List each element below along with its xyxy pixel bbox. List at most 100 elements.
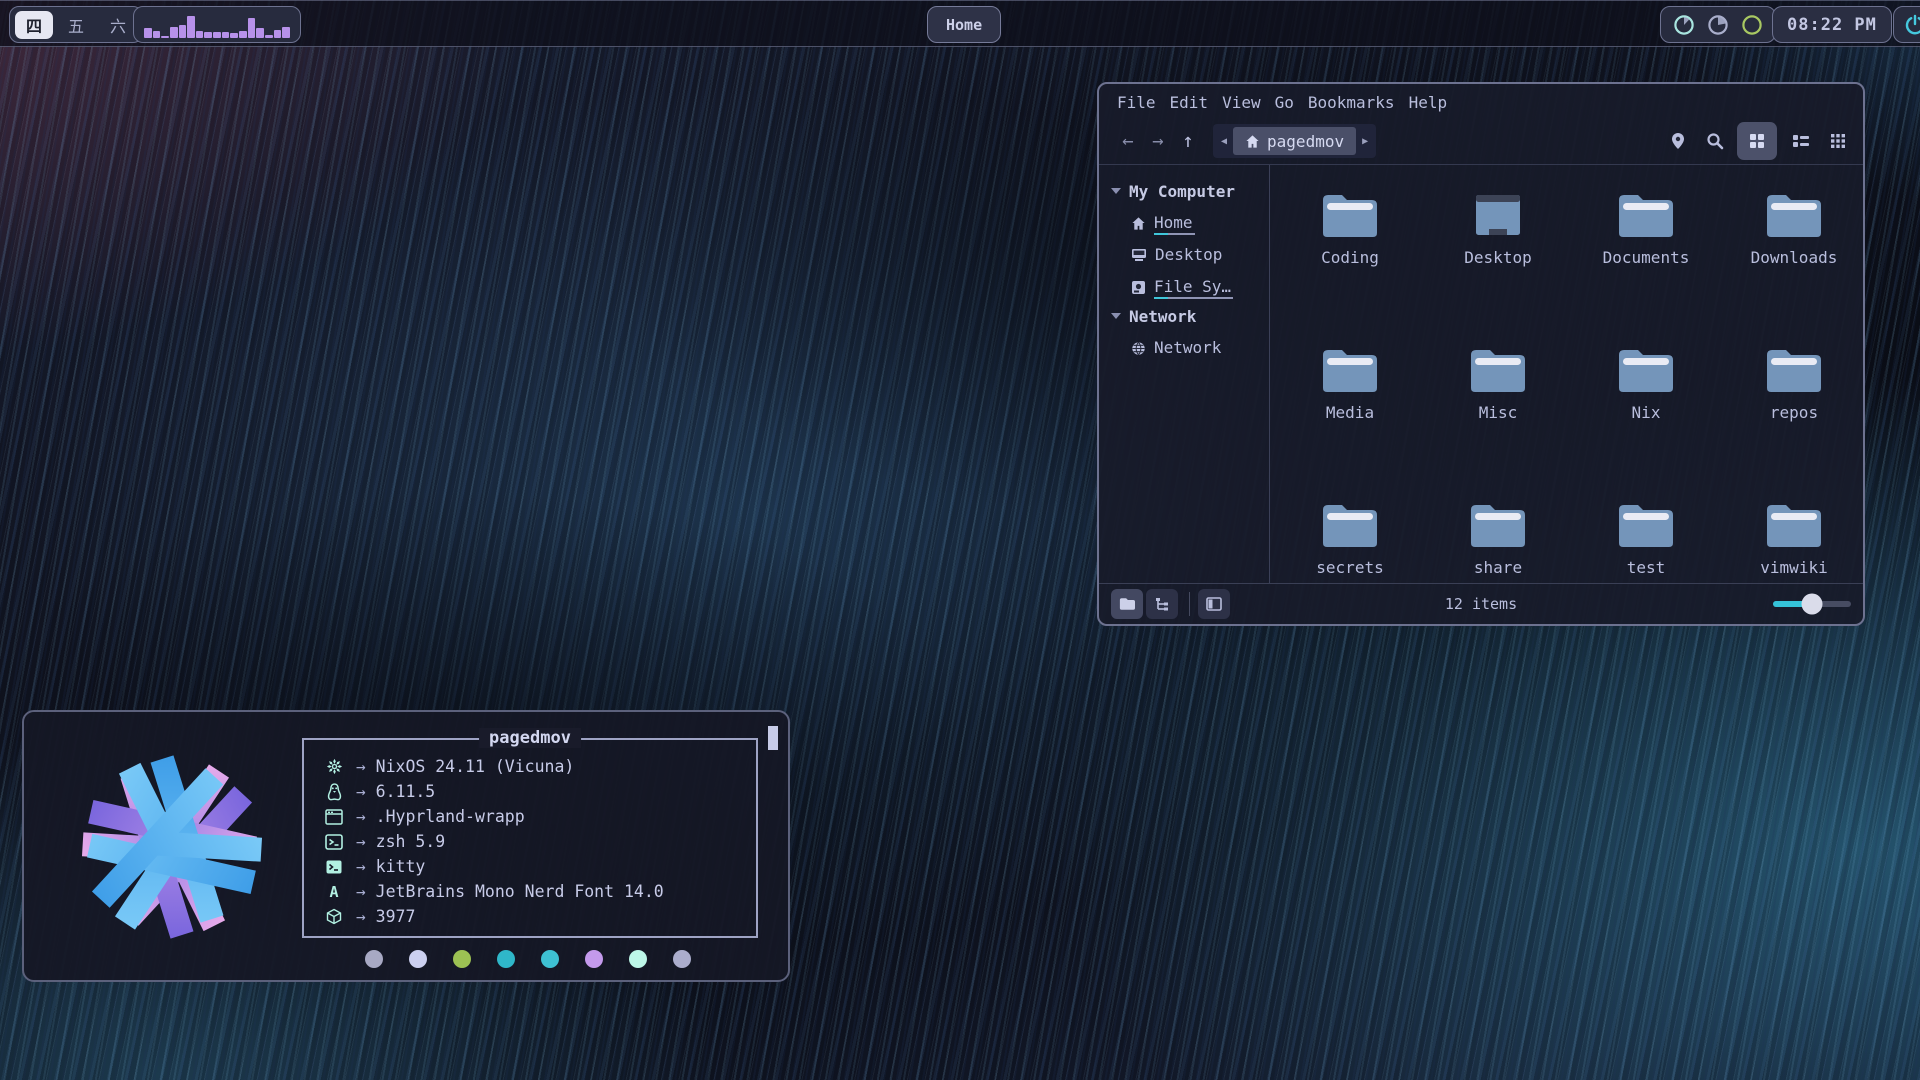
terminal-window[interactable]: pagedmov →NixOS 24.11 (Vicuna)→6.11.5→.H…: [22, 710, 790, 982]
sidebar-section-label: Network: [1129, 307, 1196, 326]
folder-name: secrets: [1316, 558, 1383, 577]
folder-secrets[interactable]: secrets: [1276, 495, 1424, 650]
folder-test[interactable]: test: [1572, 495, 1720, 650]
folder-coding[interactable]: Coding: [1276, 185, 1424, 340]
folder-misc[interactable]: Misc: [1424, 340, 1572, 495]
palette-dot: [497, 950, 515, 968]
palette-dot: [453, 950, 471, 968]
item-count: 12 items: [1099, 595, 1863, 613]
location-pin-icon[interactable]: [1665, 128, 1691, 154]
folder-name: test: [1627, 558, 1666, 577]
folder-repos[interactable]: repos: [1720, 340, 1868, 495]
terminal-icon: [322, 860, 346, 874]
menu-file[interactable]: File: [1115, 92, 1158, 113]
icon-view-button[interactable]: [1737, 122, 1777, 160]
forward-button[interactable]: →: [1143, 130, 1173, 152]
sidebar-item-label: Home: [1154, 213, 1193, 233]
folder-share[interactable]: share: [1424, 495, 1572, 650]
folder-icon: [1321, 348, 1379, 394]
folder-icon: [1617, 348, 1675, 394]
folder-icon: [1617, 503, 1675, 549]
folder-documents[interactable]: Documents: [1572, 185, 1720, 340]
folder-nix[interactable]: Nix: [1572, 340, 1720, 495]
arrow-icon: →: [356, 882, 366, 901]
visualizer-bar: [274, 30, 282, 38]
palette-dot: [541, 950, 559, 968]
menu-edit[interactable]: Edit: [1168, 92, 1211, 113]
folder-name: vimwiki: [1760, 558, 1827, 577]
menu-help[interactable]: Help: [1407, 92, 1450, 113]
sidebar-item-filesy[interactable]: File Sy…: [1131, 274, 1269, 300]
gauge-cyan: [1673, 14, 1695, 36]
toolbar: ← → ↑ ◀ pagedmov ▶: [1099, 118, 1863, 164]
up-button[interactable]: ↑: [1173, 130, 1203, 152]
clock-label: 08:22 PM: [1787, 15, 1877, 35]
fetch-value: NixOS 24.11 (Vicuna): [376, 757, 575, 776]
sidebar-item-home[interactable]: Home: [1131, 210, 1269, 236]
zoom-slider[interactable]: [1773, 601, 1851, 607]
folder-media[interactable]: Media: [1276, 340, 1424, 495]
clock-widget[interactable]: 08:22 PM: [1772, 6, 1892, 43]
arrow-icon: →: [356, 757, 366, 776]
menu-view[interactable]: View: [1220, 92, 1263, 113]
workspace-四-active[interactable]: 四: [15, 11, 53, 39]
folder-name: Documents: [1603, 248, 1690, 267]
chevron-down-icon: [1111, 188, 1121, 194]
folder-downloads[interactable]: Downloads: [1720, 185, 1868, 340]
folder-vimwiki[interactable]: vimwiki: [1720, 495, 1868, 650]
fetch-value: .Hyprland-wrapp: [376, 807, 525, 826]
compact-view-icon[interactable]: [1788, 128, 1814, 154]
arrow-icon: →: [356, 907, 366, 926]
folder-name: Desktop: [1464, 248, 1531, 267]
sidebar-item-network[interactable]: Network: [1131, 335, 1269, 361]
power-icon: [1904, 14, 1920, 36]
power-button[interactable]: [1893, 6, 1920, 43]
fetch-row-font: A→JetBrains Mono Nerd Font 14.0: [322, 879, 756, 904]
sidebar-item-label: Desktop: [1155, 245, 1222, 265]
path-label: pagedmov: [1267, 132, 1344, 151]
palette-dot: [629, 950, 647, 968]
search-icon[interactable]: [1702, 128, 1728, 154]
path-tab-pagedmov[interactable]: pagedmov: [1233, 127, 1356, 155]
menu-go[interactable]: Go: [1273, 92, 1296, 113]
sidebar-item-label: Network: [1154, 338, 1221, 358]
back-button[interactable]: ←: [1113, 130, 1143, 152]
desktop-folder-icon: [1469, 193, 1527, 239]
fetch-row-packages: →3977: [322, 904, 756, 929]
globe-icon: [1131, 341, 1146, 356]
fetch-value: 6.11.5: [376, 782, 436, 801]
fetch-value: kitty: [376, 857, 426, 876]
menu-bookmarks[interactable]: Bookmarks: [1306, 92, 1397, 113]
folder-icon: [1321, 193, 1379, 239]
terminal-color-palette: [302, 950, 754, 968]
packages-icon: [322, 908, 346, 925]
sidebar-item-desktop[interactable]: Desktop: [1131, 242, 1269, 268]
sidebar-item-label: File Sy…: [1154, 277, 1231, 297]
folder-desktop[interactable]: Desktop: [1424, 185, 1572, 340]
workspace-六[interactable]: 六: [99, 11, 137, 39]
folder-name: share: [1474, 558, 1522, 577]
visualizer-bar: [230, 33, 238, 38]
home-icon: [1245, 134, 1260, 149]
zoom-slider-thumb[interactable]: [1802, 594, 1823, 615]
terminal-cursor: [768, 726, 778, 750]
sidebar-section-my-computer[interactable]: My Computer: [1111, 178, 1269, 204]
folder-name: Coding: [1321, 248, 1379, 267]
desktop: { "top_bar": { "workspaces": [ {"label":…: [0, 0, 1920, 1080]
places-sidebar: My Computer Home Desktop File Sy… Network Net…: [1099, 165, 1269, 583]
arrow-icon: →: [356, 807, 366, 826]
desktop-icon: [1131, 248, 1147, 262]
breadcrumb-right-icon[interactable]: ▶: [1360, 136, 1370, 147]
arrow-icon: →: [356, 857, 366, 876]
workspace-五[interactable]: 五: [57, 11, 95, 39]
sidebar-section-network[interactable]: Network: [1111, 303, 1269, 329]
breadcrumb-left-icon[interactable]: ◀: [1219, 136, 1229, 147]
status-bar: 12 items: [1099, 583, 1863, 624]
visualizer-bars: [144, 12, 290, 38]
fastfetch-rows: → NixOS 24.11 (Vicuna) → 6.11.5 → .Hyprland-w…: [304, 740, 756, 929]
detail-view-icon[interactable]: [1825, 128, 1851, 154]
system-gauges: [1660, 6, 1776, 43]
visualizer-bar: [248, 18, 256, 38]
visualizer-bar: [204, 32, 212, 38]
file-manager-body: My Computer Home Desktop File Sy… Network Net…: [1099, 164, 1863, 583]
